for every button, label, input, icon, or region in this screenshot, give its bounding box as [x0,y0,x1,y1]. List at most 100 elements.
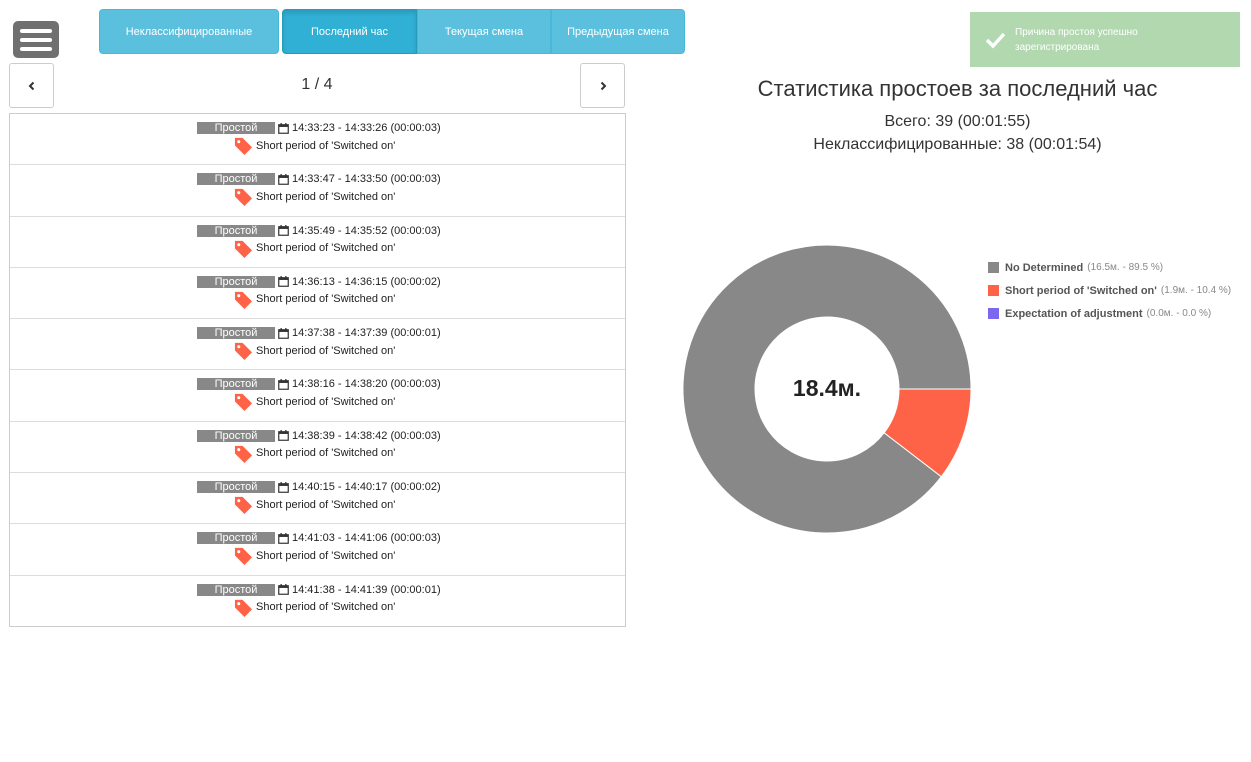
chart-legend: No Determined (16.5м. - 89.5 %) Short pe… [988,256,1231,325]
event-reason: Short period of 'Switched on' [256,139,396,152]
chart-center-total: 18.4м. [792,375,862,401]
event-reason: Short period of 'Switched on' [256,242,396,255]
toast-message: Причина простоя успешно зарегистрирована [1015,27,1138,53]
event-reason-line: Short period of 'Switched on' [234,444,395,463]
event-time-line: Простой 14:38:39 - 14:38:42 (00:00:03) [197,429,441,442]
event-time-range: 14:38:39 - 14:38:42 (00:00:03) [292,429,441,442]
list-item[interactable]: Простой 14:40:15 - 14:40:17 (00:00:02) S… [10,473,625,525]
event-reason-line: Short period of 'Switched on' [234,495,396,515]
stats-unclassified: Неклассифицированные: 38 (00:01:54) [813,136,1102,153]
legend-series-name: No Determined [1005,261,1084,274]
event-time-line: Простой 14:37:38 - 14:37:39 (00:00:01) [197,327,441,340]
list-item[interactable]: Простой 14:38:16 - 14:38:20 (00:00:03) S… [10,370,625,422]
tag-icon [234,394,253,412]
event-time-range: 14:33:47 - 14:33:50 (00:00:03) [292,173,441,186]
chevron-left-icon [28,81,34,90]
event-time-range: 14:38:16 - 14:38:20 (00:00:03) [292,378,441,391]
downtime-event-list: Простой 14:33:23 - 14:33:26 (00:00:03) S… [9,113,626,627]
event-type-badge: Простой [197,122,275,134]
tab-current-shift[interactable]: Текущая смена [417,9,551,54]
event-reason-line: Short period of 'Switched on' [234,187,396,207]
event-reason: Short period of 'Switched on' [256,190,396,203]
hamburger-bar [20,29,52,33]
list-item[interactable]: Простой 14:41:38 - 14:41:39 (00:00:01) S… [10,576,625,627]
event-type-badge: Простой [197,378,275,391]
calendar-icon [278,481,289,493]
legend-item[interactable]: Expectation of adjustment (0.0м. - 0.0 %… [988,302,1231,325]
event-reason-line: Short period of 'Switched on' [234,546,396,566]
calendar-icon [278,276,289,288]
next-page-button[interactable] [580,63,625,108]
tag-icon [234,445,253,463]
prev-page-button[interactable] [9,63,54,108]
tab-previous-shift[interactable]: Предыдущая смена [551,9,685,54]
event-type-badge: Простой [197,327,275,340]
event-reason: Short period of 'Switched on' [256,293,396,306]
event-reason-line: Short period of 'Switched on' [234,598,395,617]
chevron-right-icon [600,81,606,90]
stats-total: Всего: 39 (00:01:55) [884,113,1031,130]
tag-icon [234,240,253,258]
legend-series-value: (0.0м. - 0.0 %) [1146,308,1212,319]
stats-title: Статистика простоев за последний час [757,76,1158,101]
legend-swatch [988,285,999,296]
tag-icon [234,137,253,155]
success-toast[interactable]: Причина простоя успешно зарегистрирована [970,12,1240,67]
calendar-icon [278,327,289,339]
event-reason: Short period of 'Switched on' [256,395,396,408]
check-icon [985,32,1006,49]
tab-unclassified[interactable]: Неклассифицированные [99,9,279,54]
legend-item[interactable]: Short period of 'Switched on' (1.9м. - 1… [988,279,1231,302]
hamburger-bar [20,47,52,51]
event-type-badge: Простой [197,173,275,186]
event-time-range: 14:35:49 - 14:35:52 (00:00:03) [292,224,441,237]
event-reason: Short period of 'Switched on' [256,498,396,511]
event-time-range: 14:41:38 - 14:41:39 (00:00:01) [292,583,441,596]
event-type-badge: Простой [197,275,275,288]
list-item[interactable]: Простой 14:35:49 - 14:35:52 (00:00:03) S… [10,217,625,268]
event-reason-line: Short period of 'Switched on' [234,136,395,155]
list-item[interactable]: Простой 14:37:38 - 14:37:39 (00:00:01) S… [10,319,625,371]
hamburger-bar [20,38,52,42]
event-time-line: Простой 14:36:13 - 14:36:15 (00:00:02) [197,275,441,288]
event-time-range: 14:40:15 - 14:40:17 (00:00:02) [292,481,441,494]
event-type-badge: Простой [197,481,275,494]
event-reason-line: Short period of 'Switched on' [234,290,395,309]
event-type-badge: Простой [197,224,275,237]
event-type-badge: Простой [197,429,275,442]
event-time-line: Простой 14:40:15 - 14:40:17 (00:00:02) [197,481,441,494]
list-item[interactable]: Простой 14:41:03 - 14:41:06 (00:00:03) S… [10,524,625,576]
calendar-icon [278,430,289,442]
calendar-icon [278,378,289,390]
event-time-range: 14:41:03 - 14:41:06 (00:00:03) [292,532,441,545]
legend-series-name: Expectation of adjustment [1005,307,1143,320]
event-time-range: 14:37:38 - 14:37:39 (00:00:01) [292,327,441,340]
legend-swatch [988,262,999,273]
list-item[interactable]: Простой 14:33:23 - 14:33:26 (00:00:03) S… [10,114,625,166]
event-time-line: Простой 14:33:23 - 14:33:26 (00:00:03) [197,122,441,134]
event-time-range: 14:33:23 - 14:33:26 (00:00:03) [292,122,441,134]
event-reason-line: Short period of 'Switched on' [234,392,396,412]
list-item[interactable]: Простой 14:38:39 - 14:38:42 (00:00:03) S… [10,422,625,474]
calendar-icon [278,532,289,544]
event-time-range: 14:36:13 - 14:36:15 (00:00:02) [292,275,441,288]
event-reason-line: Short period of 'Switched on' [234,239,395,258]
hamburger-menu-button[interactable] [13,21,59,58]
event-time-line: Простой 14:35:49 - 14:35:52 (00:00:03) [197,224,441,237]
legend-item[interactable]: No Determined (16.5м. - 89.5 %) [988,256,1231,279]
event-time-line: Простой 14:33:47 - 14:33:50 (00:00:03) [197,173,441,186]
legend-series-value: (1.9м. - 10.4 %) [1160,285,1232,296]
calendar-icon [278,225,289,236]
event-type-badge: Простой [197,532,275,545]
event-reason-line: Short period of 'Switched on' [234,341,396,361]
tag-icon [234,496,253,515]
list-item[interactable]: Простой 14:36:13 - 14:36:15 (00:00:02) S… [10,268,625,320]
event-reason: Short period of 'Switched on' [256,344,396,357]
list-item[interactable]: Простой 14:33:47 - 14:33:50 (00:00:03) S… [10,165,625,217]
event-type-badge: Простой [197,583,275,596]
tag-icon [234,599,253,617]
event-reason: Short period of 'Switched on' [256,549,396,562]
event-time-line: Простой 14:38:16 - 14:38:20 (00:00:03) [197,378,441,391]
calendar-icon [278,584,289,596]
tab-last-hour[interactable]: Последний час [282,9,417,54]
